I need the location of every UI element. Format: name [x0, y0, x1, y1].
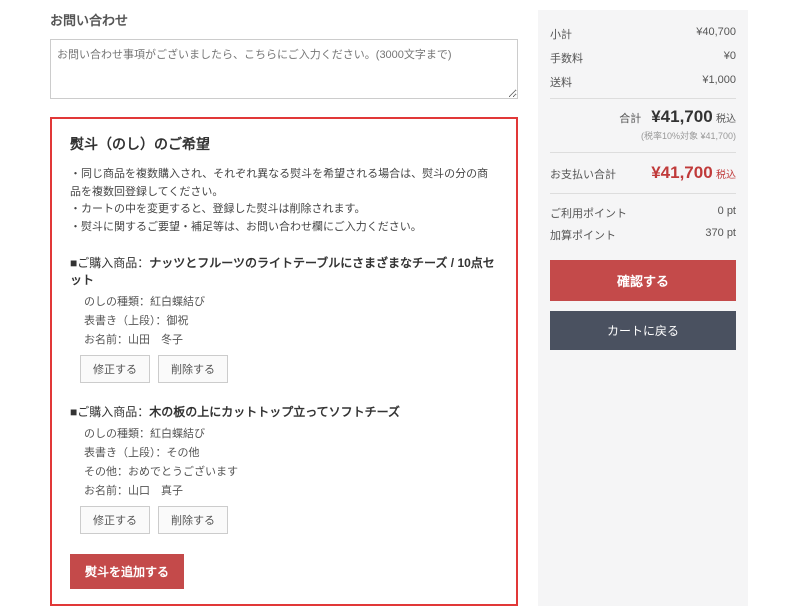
- pay-label: お支払い合計: [550, 166, 616, 182]
- pay-row: お支払い合計 ¥41,700 税込: [550, 152, 736, 183]
- fee-value: ¥0: [724, 50, 736, 66]
- noshi-product-label: ■ご購入商品：: [70, 256, 149, 270]
- noshi-detail-line: 表書き（上段）：その他: [84, 444, 498, 463]
- noshi-item: ■ご購入商品：木の板の上にカットトップ立ってソフトチーズのしの種類：紅白蝶結び表…: [70, 403, 498, 534]
- edit-noshi-button[interactable]: 修正する: [80, 355, 150, 383]
- inquiry-textarea[interactable]: [50, 39, 518, 99]
- noshi-item: ■ご購入商品：ナッツとフルーツのライトテーブルにさまざまなチーズ / 10点セッ…: [70, 254, 498, 383]
- total-label: 合計: [619, 110, 641, 126]
- fee-row: 手数料 ¥0: [550, 46, 736, 70]
- noshi-note-line: ・熨斗に関するご要望・補足等は、お問い合わせ欄にご入力ください。: [70, 219, 498, 237]
- noshi-product-line: ■ご購入商品：ナッツとフルーツのライトテーブルにさまざまなチーズ / 10点セッ…: [70, 254, 498, 288]
- back-to-cart-button[interactable]: カートに戻る: [550, 311, 736, 350]
- tax-note: (税率10%対象 ¥41,700): [550, 129, 736, 142]
- summary-sidebar: 小計 ¥40,700 手数料 ¥0 送料 ¥1,000 合計 ¥41,700 税…: [538, 10, 748, 606]
- points-section: ご利用ポイント 0 pt 加算ポイント 370 pt: [550, 193, 736, 246]
- delete-noshi-button[interactable]: 削除する: [158, 355, 228, 383]
- noshi-detail-line: その他：おめでとうございます: [84, 463, 498, 482]
- noshi-product-line: ■ご購入商品：木の板の上にカットトップ立ってソフトチーズ: [70, 403, 498, 420]
- earn-points-value: 370 pt: [705, 227, 736, 243]
- shipping-value: ¥1,000: [702, 74, 736, 90]
- noshi-item-actions: 修正する削除する: [80, 355, 498, 383]
- pay-tax: 税込: [716, 170, 736, 181]
- noshi-detail-line: 表書き（上段）：御祝: [84, 312, 498, 331]
- subtotal-label: 小計: [550, 26, 572, 42]
- delete-noshi-button[interactable]: 削除する: [158, 506, 228, 534]
- main-column: お問い合わせ 熨斗（のし）のご希望 ・同じ商品を複数購入され、それぞれ異なる熨斗…: [50, 10, 518, 606]
- noshi-product-label: ■ご購入商品：: [70, 405, 149, 419]
- subtotal-value: ¥40,700: [696, 26, 736, 42]
- earn-points-row: 加算ポイント 370 pt: [550, 224, 736, 246]
- noshi-detail-line: お名前：山田 冬子: [84, 331, 498, 350]
- noshi-detail-line: お名前：山口 真子: [84, 482, 498, 501]
- noshi-detail-line: のしの種類：紅白蝶結び: [84, 293, 498, 312]
- noshi-note-line: ・同じ商品を複数購入され、それぞれ異なる熨斗を希望される場合は、熨斗の分の商品を…: [70, 166, 498, 201]
- noshi-notes: ・同じ商品を複数購入され、それぞれ異なる熨斗を希望される場合は、熨斗の分の商品を…: [70, 166, 498, 236]
- earn-points-label: 加算ポイント: [550, 227, 616, 243]
- noshi-note-line: ・カートの中を変更すると、登録した熨斗は削除されます。: [70, 201, 498, 219]
- noshi-detail-line: のしの種類：紅白蝶結び: [84, 425, 498, 444]
- inquiry-section: お問い合わせ: [50, 10, 518, 102]
- pay-value: ¥41,700: [651, 163, 712, 182]
- total-tax: 税込: [716, 114, 736, 125]
- fee-label: 手数料: [550, 50, 583, 66]
- total-value: ¥41,700: [651, 107, 712, 126]
- add-noshi-button[interactable]: 熨斗を追加する: [70, 554, 184, 589]
- shipping-row: 送料 ¥1,000: [550, 70, 736, 99]
- use-points-row: ご利用ポイント 0 pt: [550, 202, 736, 224]
- noshi-item-actions: 修正する削除する: [80, 506, 498, 534]
- inquiry-title: お問い合わせ: [50, 10, 518, 29]
- shipping-label: 送料: [550, 74, 572, 90]
- use-points-label: ご利用ポイント: [550, 205, 627, 221]
- noshi-section: 熨斗（のし）のご希望 ・同じ商品を複数購入され、それぞれ異なる熨斗を希望される場…: [50, 117, 518, 606]
- total-row: 合計 ¥41,700 税込: [550, 107, 736, 127]
- use-points-value: 0 pt: [718, 205, 736, 221]
- noshi-product-name: 木の板の上にカットトップ立ってソフトチーズ: [149, 405, 400, 419]
- noshi-title: 熨斗（のし）のご希望: [70, 134, 498, 154]
- confirm-button[interactable]: 確認する: [550, 260, 736, 301]
- subtotal-row: 小計 ¥40,700: [550, 22, 736, 46]
- edit-noshi-button[interactable]: 修正する: [80, 506, 150, 534]
